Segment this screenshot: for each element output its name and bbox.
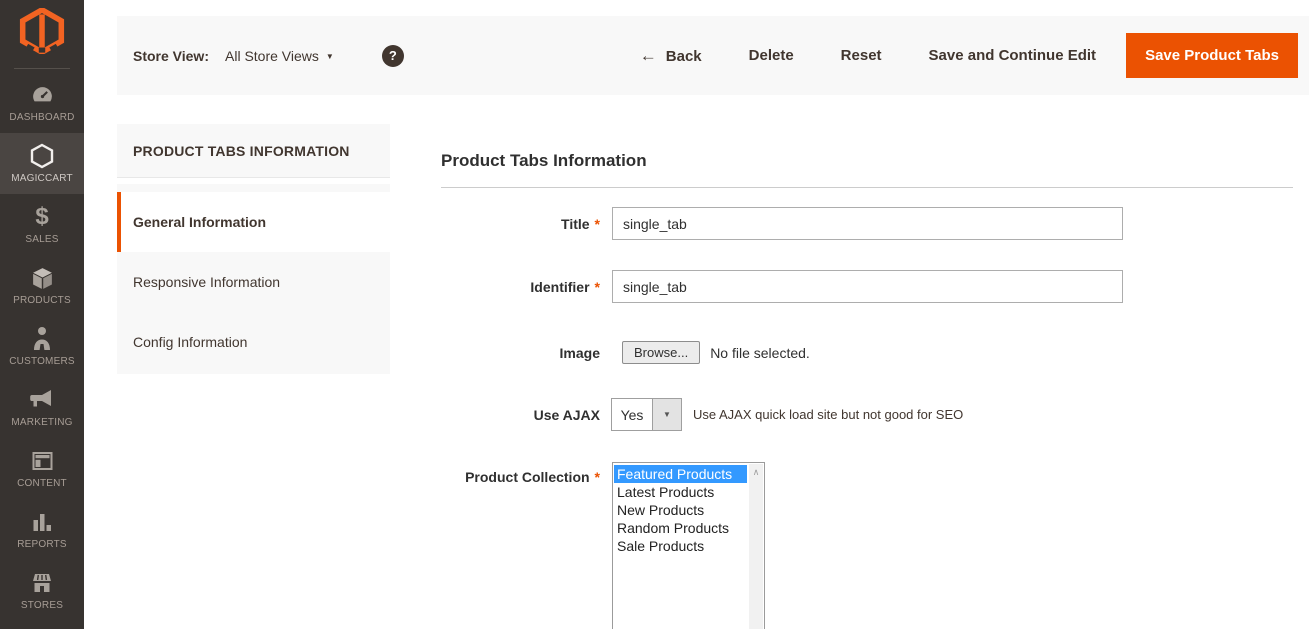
listbox-scrollbar[interactable]: ∧ bbox=[749, 464, 763, 629]
sidebar-divider bbox=[14, 68, 70, 69]
tab-general-information[interactable]: General Information bbox=[117, 192, 390, 252]
magento-logo[interactable] bbox=[0, 0, 84, 62]
sidebar-item-label: SALES bbox=[25, 234, 58, 245]
bar-chart-icon bbox=[30, 509, 55, 535]
product-collection-listbox[interactable]: Featured Products Latest Products New Pr… bbox=[612, 462, 765, 629]
sidebar-item-label: PRODUCTS bbox=[13, 295, 71, 306]
sidebar-item-label: CONTENT bbox=[17, 478, 67, 489]
listbox-option[interactable]: New Products bbox=[614, 501, 747, 519]
sidebar-item-reports[interactable]: REPORTS bbox=[0, 499, 84, 560]
caret-down-icon: ▼ bbox=[652, 399, 681, 430]
scroll-up-icon: ∧ bbox=[749, 464, 763, 477]
use-ajax-note: Use AJAX quick load site but not good fo… bbox=[693, 407, 963, 422]
listbox-option[interactable]: Random Products bbox=[614, 519, 747, 537]
file-status-text: No file selected. bbox=[710, 345, 810, 361]
store-view-value: All Store Views bbox=[225, 48, 319, 64]
storefront-icon bbox=[29, 570, 55, 596]
caret-down-icon: ▼ bbox=[326, 52, 334, 61]
listbox-option[interactable]: Featured Products bbox=[614, 465, 747, 483]
sidebar-item-label: REPORTS bbox=[17, 539, 67, 550]
field-row-identifier: Identifier* bbox=[441, 270, 1293, 303]
required-asterisk: * bbox=[595, 469, 600, 485]
required-asterisk: * bbox=[595, 279, 600, 295]
tabs-panel-items: General Information Responsive Informati… bbox=[117, 184, 390, 374]
page-title: Product Tabs Information bbox=[441, 148, 1293, 174]
field-row-use-ajax: Use AJAX Yes ▼ Use AJAX quick load site … bbox=[441, 398, 1293, 431]
sidebar-item-label: MARKETING bbox=[11, 417, 72, 428]
sidebar-item-customers[interactable]: CUSTOMERS bbox=[0, 316, 84, 377]
sidebar-item-marketing[interactable]: MARKETING bbox=[0, 377, 84, 438]
identifier-input[interactable] bbox=[612, 270, 1123, 303]
sidebar-item-products[interactable]: PRODUCTS bbox=[0, 255, 84, 316]
dollar-icon: $ bbox=[35, 204, 48, 230]
magento-logo-icon bbox=[19, 8, 65, 54]
save-product-tabs-button[interactable]: Save Product Tabs bbox=[1126, 33, 1298, 78]
form-rows: Title* Identifier* Image bbox=[441, 207, 1293, 629]
product-collection-label: Product Collection* bbox=[441, 462, 600, 485]
sidebar-item-dashboard[interactable]: DASHBOARD bbox=[0, 72, 84, 133]
dashboard-gauge-icon bbox=[30, 82, 55, 108]
form-area: Product Tabs Information Title* Identifi… bbox=[441, 148, 1293, 629]
heading-divider bbox=[441, 187, 1293, 188]
title-input[interactable] bbox=[612, 207, 1123, 240]
layout-icon bbox=[30, 448, 55, 474]
identifier-label: Identifier* bbox=[441, 279, 600, 295]
toolbar-actions: ←Back Delete Reset Save and Continue Edi… bbox=[640, 33, 1298, 78]
image-label: Image bbox=[441, 345, 600, 361]
sidebar-nav: DASHBOARD MAGICCART $ SALES PRODUCTS bbox=[0, 72, 84, 621]
store-view-switcher[interactable]: All Store Views ▼ bbox=[225, 48, 334, 64]
back-arrow-icon: ← bbox=[640, 46, 657, 65]
delete-button[interactable]: Delete bbox=[749, 47, 794, 64]
store-view-label: Store View: bbox=[133, 48, 209, 64]
sidebar-item-label: DASHBOARD bbox=[9, 112, 74, 123]
listbox-option[interactable]: Latest Products bbox=[614, 483, 747, 501]
magento-admin-page: DASHBOARD MAGICCART $ SALES PRODUCTS bbox=[0, 0, 1309, 629]
sidebar-item-magiccart[interactable]: MAGICCART bbox=[0, 133, 84, 194]
admin-sidebar: DASHBOARD MAGICCART $ SALES PRODUCTS bbox=[0, 0, 84, 629]
field-row-product-collection: Product Collection* Featured Products La… bbox=[441, 462, 1293, 629]
sidebar-item-stores[interactable]: STORES bbox=[0, 560, 84, 621]
field-row-title: Title* bbox=[441, 207, 1293, 240]
sidebar-item-content[interactable]: CONTENT bbox=[0, 438, 84, 499]
browse-button[interactable]: Browse... bbox=[622, 341, 700, 364]
use-ajax-label: Use AJAX bbox=[441, 407, 600, 423]
page-actions-toolbar: Store View: All Store Views ▼ ? ←Back Del… bbox=[117, 16, 1309, 95]
megaphone-icon bbox=[29, 387, 55, 413]
sidebar-item-label: MAGICCART bbox=[11, 173, 73, 184]
save-and-continue-button[interactable]: Save and Continue Edit bbox=[929, 47, 1097, 64]
use-ajax-selected-value: Yes bbox=[612, 399, 652, 430]
reset-button[interactable]: Reset bbox=[841, 47, 882, 64]
help-icon[interactable]: ? bbox=[382, 45, 404, 67]
use-ajax-select[interactable]: Yes ▼ bbox=[611, 398, 682, 431]
sidebar-item-label: STORES bbox=[21, 600, 63, 611]
sidebar-item-label: CUSTOMERS bbox=[9, 356, 75, 367]
tabs-panel: PRODUCT TABS INFORMATION General Informa… bbox=[117, 124, 390, 374]
required-asterisk: * bbox=[595, 216, 600, 232]
tabs-panel-header: PRODUCT TABS INFORMATION bbox=[117, 124, 390, 178]
tab-config-information[interactable]: Config Information bbox=[117, 312, 390, 372]
person-icon bbox=[30, 326, 54, 352]
title-label: Title* bbox=[441, 216, 600, 232]
box-icon bbox=[30, 265, 55, 291]
sidebar-item-sales[interactable]: $ SALES bbox=[0, 194, 84, 255]
back-button[interactable]: ←Back bbox=[640, 46, 702, 66]
tab-responsive-information[interactable]: Responsive Information bbox=[117, 252, 390, 312]
listbox-option[interactable]: Sale Products bbox=[614, 537, 747, 555]
hexagon-icon bbox=[30, 143, 54, 169]
field-row-image: Image Browse... No file selected. bbox=[441, 341, 1293, 364]
